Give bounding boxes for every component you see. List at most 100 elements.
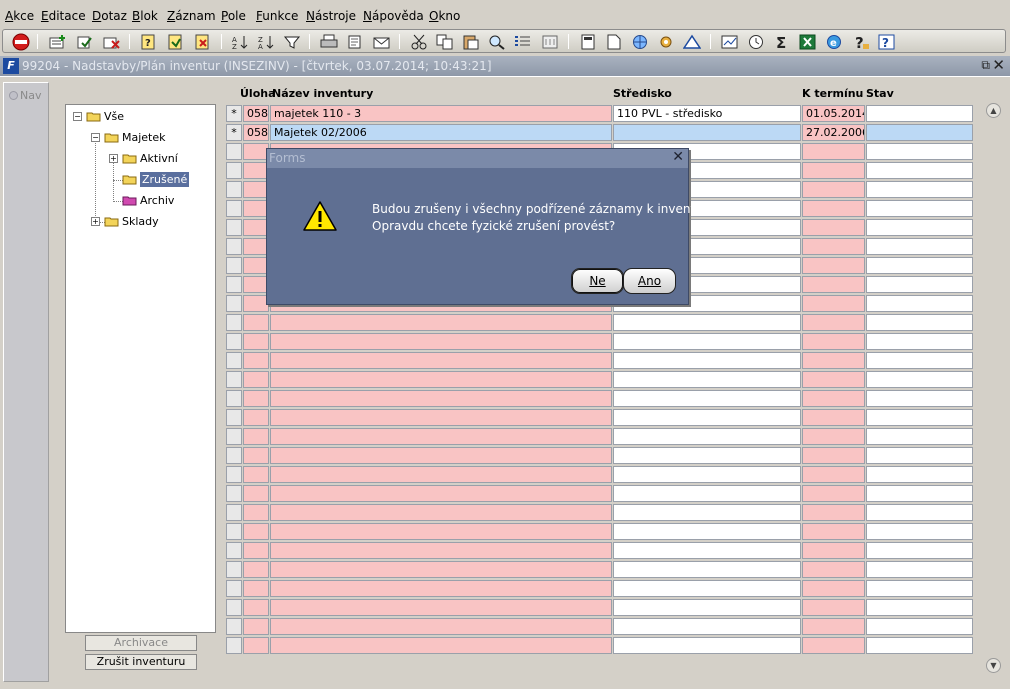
tree-node-sklady[interactable]: Sklady [104,215,159,228]
cut-icon[interactable] [410,33,428,50]
due-cell[interactable] [802,447,865,464]
center-cell[interactable] [613,371,801,388]
menu-pole[interactable]: Pole [221,9,246,23]
due-cell[interactable] [802,599,865,616]
task-cell[interactable] [243,618,269,635]
due-cell[interactable] [802,352,865,369]
nav-toggle[interactable]: Nav [9,89,41,102]
row-marker[interactable] [226,352,242,369]
row-marker[interactable] [226,257,242,274]
close-window-icon[interactable]: ✕ [992,56,1005,74]
center-cell[interactable] [613,314,801,331]
row-marker[interactable] [226,200,242,217]
due-cell[interactable]: 27.02.2006 [802,124,865,141]
center-cell[interactable] [613,542,801,559]
no-button[interactable]: Ne [571,268,624,294]
collapse-icon[interactable]: − [73,112,82,121]
center-cell[interactable] [613,390,801,407]
state-cell[interactable] [866,105,973,122]
task-cell[interactable] [243,542,269,559]
row-marker[interactable] [226,295,242,312]
due-cell[interactable] [802,504,865,521]
row-marker[interactable] [226,637,242,654]
task-cell[interactable] [243,504,269,521]
center-cell[interactable] [613,485,801,502]
name-cell[interactable]: Majetek 02/2006 [270,124,612,141]
row-marker[interactable]: * [226,124,242,141]
row-marker[interactable] [226,162,242,179]
center-cell[interactable] [613,333,801,350]
row-marker[interactable] [226,580,242,597]
state-cell[interactable] [866,124,973,141]
task-cell[interactable] [243,371,269,388]
row-marker[interactable] [226,371,242,388]
due-cell[interactable] [802,219,865,236]
state-cell[interactable] [866,162,973,179]
sort-ascending-icon[interactable]: AZ [231,33,249,50]
task-cell[interactable] [243,561,269,578]
state-cell[interactable] [866,295,973,312]
state-cell[interactable] [866,637,973,654]
due-cell[interactable] [802,143,865,160]
row-marker[interactable] [226,238,242,255]
task-cell[interactable] [243,580,269,597]
scroll-down-icon[interactable]: ▼ [986,658,1001,673]
state-cell[interactable] [866,466,973,483]
menu-funkce[interactable]: Funkce [256,9,298,23]
menu-editace[interactable]: Editace [41,9,86,23]
state-cell[interactable] [866,257,973,274]
yes-button[interactable]: Ano [623,268,676,294]
tree-node-archiv[interactable]: Archiv [122,194,174,207]
edit-field-icon[interactable] [541,33,559,50]
name-cell[interactable] [270,580,612,597]
center-cell[interactable] [613,428,801,445]
name-cell[interactable] [270,428,612,445]
state-cell[interactable] [866,599,973,616]
due-cell[interactable] [802,295,865,312]
task-cell[interactable] [243,485,269,502]
filter-icon[interactable] [283,33,301,50]
due-cell[interactable] [802,466,865,483]
excel-export-icon[interactable] [799,33,817,50]
due-cell[interactable] [802,333,865,350]
row-marker[interactable] [226,561,242,578]
execute-query-icon[interactable] [167,33,185,50]
tree-node-aktivni[interactable]: Aktivní [122,152,178,165]
name-cell[interactable] [270,447,612,464]
paste-icon[interactable] [462,33,480,50]
scroll-up-icon[interactable]: ▲ [986,103,1001,118]
row-marker[interactable] [226,276,242,293]
due-cell[interactable]: 01.05.2014 [802,105,865,122]
due-cell[interactable] [802,200,865,217]
due-cell[interactable] [802,314,865,331]
list-icon[interactable] [514,33,532,50]
state-cell[interactable] [866,618,973,635]
help-icon[interactable]: ? [852,33,870,50]
state-cell[interactable] [866,561,973,578]
name-cell[interactable] [270,599,612,616]
menu-zaznam[interactable]: Záznam [167,9,216,23]
row-marker[interactable] [226,409,242,426]
insert-record-icon[interactable] [49,33,67,50]
name-cell[interactable] [270,485,612,502]
name-cell[interactable] [270,523,612,540]
due-cell[interactable] [802,485,865,502]
row-marker[interactable] [226,333,242,350]
state-cell[interactable] [866,390,973,407]
sort-descending-icon[interactable]: ZA [257,33,275,50]
state-cell[interactable] [866,238,973,255]
tree-node-vse[interactable]: Vše [86,110,124,123]
task-cell[interactable] [243,599,269,616]
scrollbar[interactable]: ▲ ▼ [985,103,1002,675]
row-marker[interactable] [226,428,242,445]
duplicate-record-icon[interactable] [76,33,94,50]
due-cell[interactable] [802,371,865,388]
name-cell[interactable] [270,390,612,407]
name-cell[interactable] [270,542,612,559]
state-cell[interactable] [866,219,973,236]
name-cell[interactable] [270,561,612,578]
menu-akce[interactable]: Akce [5,9,34,23]
row-marker[interactable] [226,143,242,160]
row-marker[interactable] [226,466,242,483]
row-marker[interactable] [226,618,242,635]
